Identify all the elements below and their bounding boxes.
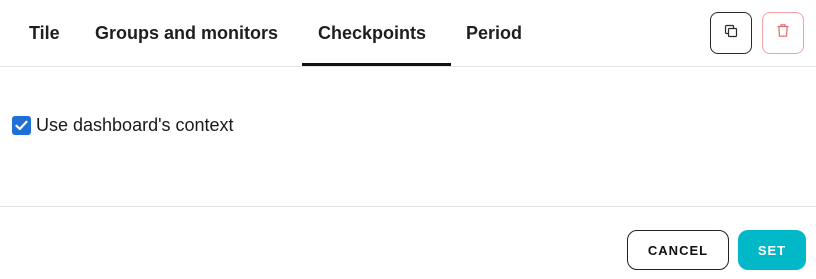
tabs-bar: Tile Groups and monitors Checkpoints Per…	[0, 0, 816, 67]
active-tab-indicator	[302, 63, 451, 66]
tab-period[interactable]: Period	[466, 0, 522, 66]
use-dashboard-context-label: Use dashboard's context	[36, 115, 234, 135]
tab-groups-and-monitors[interactable]: Groups and monitors	[95, 0, 278, 66]
trash-icon	[776, 23, 790, 43]
checkpoints-panel: Use dashboard's context	[0, 67, 816, 207]
tab-checkpoints[interactable]: Checkpoints	[318, 0, 426, 66]
copy-button[interactable]	[710, 12, 752, 54]
use-dashboard-context-option[interactable]: Use dashboard's context	[12, 115, 234, 136]
use-dashboard-context-checkbox[interactable]	[12, 116, 31, 135]
copy-icon	[724, 24, 738, 43]
cancel-button[interactable]: CANCEL	[627, 230, 729, 270]
delete-button[interactable]	[762, 12, 804, 54]
tab-tile[interactable]: Tile	[29, 0, 60, 66]
checkmark-icon	[15, 120, 28, 131]
set-button[interactable]: SET	[738, 230, 806, 270]
